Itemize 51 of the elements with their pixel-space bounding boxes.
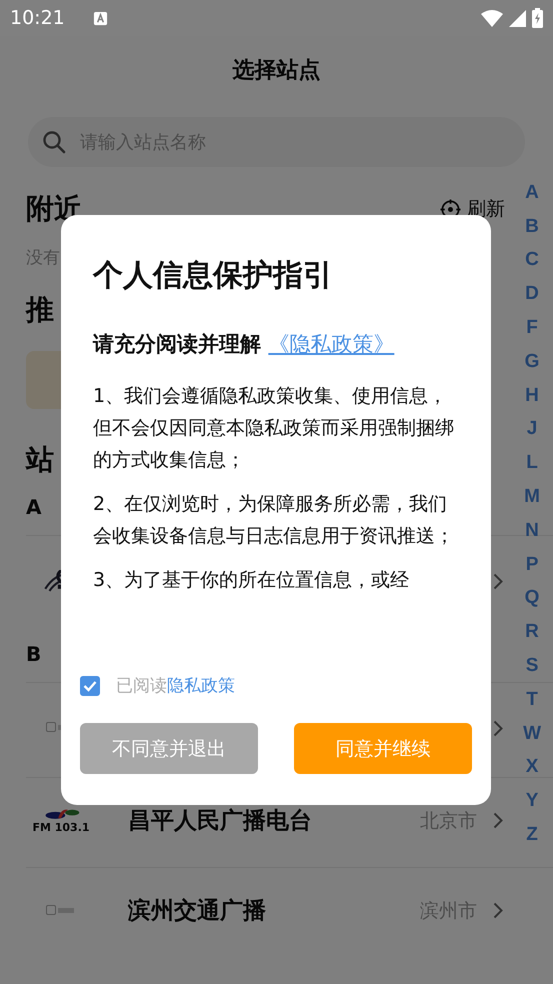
index-letter[interactable]: J — [523, 412, 541, 446]
battery-icon — [532, 8, 543, 28]
index-letter[interactable]: B — [523, 210, 541, 244]
index-letter[interactable]: Q — [523, 582, 541, 616]
index-letter[interactable]: T — [523, 682, 541, 717]
search-icon — [42, 130, 66, 154]
index-letter[interactable]: Z — [523, 818, 541, 852]
page-title: 选择站点 — [232, 57, 322, 85]
image-placeholder-icon — [46, 904, 76, 916]
index-letter[interactable]: M — [523, 480, 541, 514]
chevron-right-icon — [493, 812, 503, 829]
chevron-right-icon — [493, 720, 503, 736]
index-letter[interactable]: L — [523, 446, 541, 480]
section-title: 推 — [26, 292, 54, 328]
dialog-paragraph: 3、为了基于你的所在位置信息，或经 — [93, 568, 410, 593]
consent-label: 已阅读 — [116, 675, 167, 697]
index-letter[interactable]: H — [523, 378, 541, 413]
dialog-paragraph: 2、在仅浏览时，为保障服务所必需，我们会收集设备信息与日志信息用于资讯推送； — [93, 492, 455, 549]
index-letter[interactable]: R — [523, 615, 541, 650]
check-icon — [83, 680, 97, 692]
logo-text: FM 103.1 — [32, 821, 90, 834]
consent-checkbox[interactable] — [80, 676, 100, 696]
dialog-subtitle: 请充分阅读并理解 — [93, 332, 261, 356]
accept-button[interactable]: 同意并继续 — [294, 723, 472, 774]
status-time: 10:21 — [10, 7, 65, 29]
section-title: 站 — [26, 442, 54, 478]
wifi-icon — [481, 10, 503, 26]
station-name[interactable]: 昌平人民广播电台 — [128, 805, 312, 836]
section-letter: B — [26, 642, 42, 668]
section-letter: A — [26, 495, 42, 521]
index-letter[interactable]: F — [523, 311, 541, 345]
keyboard-icon — [92, 10, 108, 26]
chevron-right-icon — [493, 902, 503, 919]
station-name[interactable]: 滨州交通广播 — [128, 895, 266, 926]
index-letter[interactable]: P — [523, 548, 541, 582]
decline-button[interactable]: 不同意并退出 — [80, 723, 258, 774]
dialog-title: 个人信息保护指引 — [93, 257, 333, 295]
index-letter[interactable]: X — [523, 750, 541, 784]
index-letter[interactable]: Y — [523, 784, 541, 818]
index-letter[interactable]: W — [523, 716, 541, 751]
chevron-right-icon — [493, 572, 503, 590]
index-letter[interactable]: S — [523, 649, 541, 683]
index-letter[interactable]: N — [523, 514, 541, 548]
index-letter[interactable]: C — [523, 244, 541, 278]
dialog-paragraph: 1、我们会遵循隐私政策收集、使用信息，但不会仅因同意本隐私政策而采用强制捆绑的方式收集信息； — [93, 384, 455, 473]
signal-icon — [509, 10, 526, 26]
privacy-policy-link[interactable]: 《隐私政策》 — [268, 332, 394, 356]
index-letter[interactable]: D — [523, 277, 541, 312]
privacy-policy-link[interactable]: 隐私政策 — [167, 674, 235, 697]
index-letter[interactable]: G — [523, 344, 541, 379]
index-letter[interactable]: A — [523, 176, 541, 210]
